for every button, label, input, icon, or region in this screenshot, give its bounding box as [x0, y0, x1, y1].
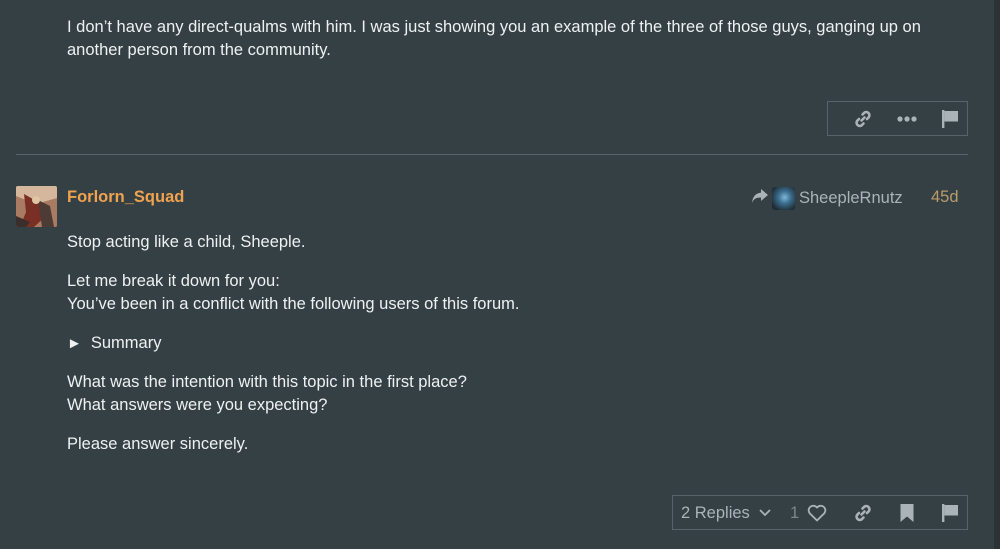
post-line: What answers were you expecting?: [67, 396, 328, 414]
post-line: What was the intention with this topic i…: [67, 373, 467, 391]
avatar[interactable]: [16, 186, 57, 227]
summary-disclosure[interactable]: ► Summary: [67, 332, 161, 355]
flag-icon[interactable]: [939, 502, 961, 524]
previous-post-body: I don’t have any direct-qualms with him.…: [67, 18, 921, 59]
flag-icon[interactable]: [939, 108, 961, 130]
chevron-down-icon: [758, 508, 772, 518]
link-icon[interactable]: [852, 108, 874, 130]
summary-label: Summary: [90, 334, 162, 352]
heart-icon: [807, 504, 827, 522]
ellipsis-icon[interactable]: [895, 108, 919, 130]
post-line: You’ve been in a conflict with the follo…: [67, 295, 520, 313]
post-divider: [16, 154, 968, 155]
like-count: 1: [790, 503, 800, 522]
link-icon[interactable]: [852, 502, 874, 524]
post-date[interactable]: 45d: [931, 188, 959, 207]
disclosure-triangle-icon: ►: [67, 335, 82, 352]
replies-button[interactable]: 2 Replies: [681, 502, 772, 524]
post-controls: 2 Replies 1: [672, 495, 968, 530]
bookmark-icon[interactable]: [896, 502, 918, 524]
scrollbar-track[interactable]: [994, 0, 1000, 549]
share-arrow-icon: [751, 188, 769, 209]
reply-to-indicator[interactable]: SheepleRnutz: [751, 186, 903, 210]
previous-post-controls: [827, 101, 968, 136]
post-line: Please answer sincerely.: [67, 435, 249, 453]
post-line: Stop acting like a child, Sheeple.: [67, 233, 306, 251]
like-button[interactable]: 1: [790, 502, 827, 524]
reply-to-avatar: [772, 186, 795, 210]
post-username[interactable]: Forlorn_Squad: [67, 188, 184, 207]
replies-label: 2 Replies: [681, 503, 750, 522]
post-line: Let me break it down for you:: [67, 272, 280, 290]
reply-to-username: SheepleRnutz: [799, 188, 903, 207]
